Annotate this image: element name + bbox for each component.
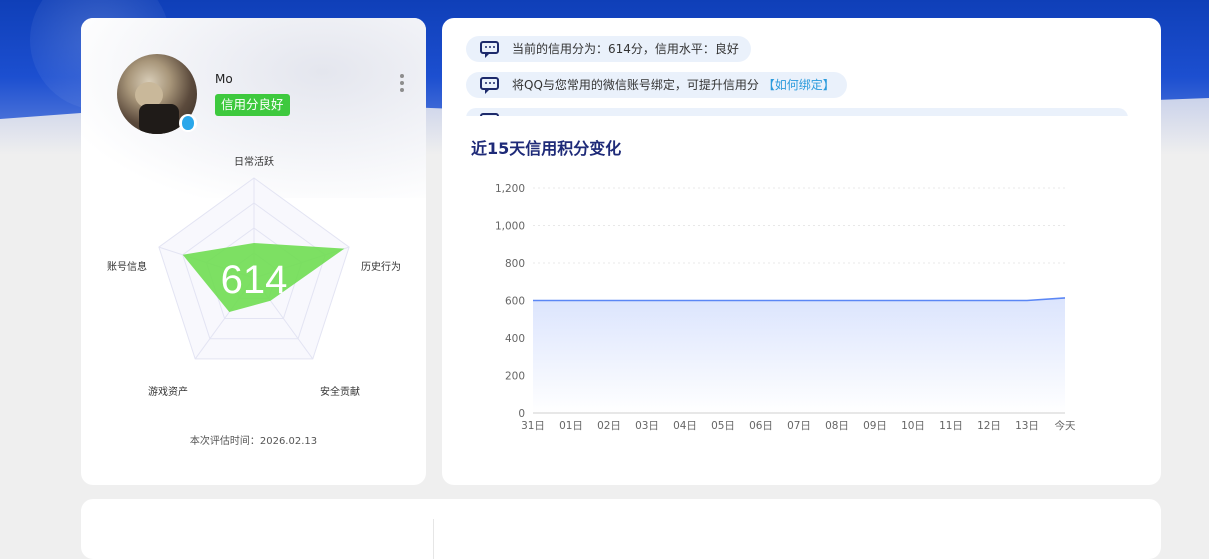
x-tick-label: 08日 bbox=[825, 420, 849, 432]
credit-score: 614 bbox=[221, 258, 288, 302]
credit-radar-chart: 614 日常活跃 历史行为 安全贡献 游戏资产 账号信息 bbox=[81, 148, 426, 418]
qq-icon bbox=[179, 114, 197, 132]
x-tick-label: 31日 bbox=[521, 420, 545, 432]
profile-card: Mo 信用分良好 614 日常活跃 历史行为 安全贡献 游戏资产 账号信息 本次… bbox=[81, 18, 426, 485]
x-tick-label: 01日 bbox=[559, 420, 583, 432]
x-tick-label: 04日 bbox=[673, 420, 697, 432]
credit-trend-card: 当前的信用分为：614分，信用水平：良好 将QQ与您常用的微信账号绑定，可提升信… bbox=[442, 18, 1161, 485]
x-tick-label: 11日 bbox=[939, 420, 963, 432]
x-tick-label: 05日 bbox=[711, 420, 735, 432]
radar-axis-label: 安全贡献 bbox=[320, 385, 360, 398]
x-tick-label: 06日 bbox=[749, 420, 773, 432]
radar-axis-label: 日常活跃 bbox=[234, 155, 274, 168]
y-tick-label: 800 bbox=[505, 258, 525, 270]
y-tick-label: 1,000 bbox=[495, 221, 525, 233]
radar-axis-label: 账号信息 bbox=[107, 260, 147, 273]
y-tick-label: 1,200 bbox=[495, 183, 525, 195]
y-tick-label: 600 bbox=[505, 296, 525, 308]
username: Mo bbox=[215, 72, 233, 86]
y-tick-label: 200 bbox=[505, 371, 525, 383]
x-tick-label: 12日 bbox=[977, 420, 1001, 432]
credit-trend-chart: 0 200 400 600 800 1,000 1,200 31日 01日 02日 03日 04日 05… bbox=[442, 18, 1161, 485]
divider bbox=[433, 519, 434, 559]
x-tick-label: 02日 bbox=[597, 420, 621, 432]
bottom-panel bbox=[81, 499, 1161, 559]
x-tick-label: 03日 bbox=[635, 420, 659, 432]
x-tick-label: 10日 bbox=[901, 420, 925, 432]
radar-axis-label: 历史行为 bbox=[361, 260, 401, 273]
trend-line bbox=[533, 298, 1065, 301]
x-tick-label: 今天 bbox=[1055, 419, 1077, 432]
x-tick-label: 09日 bbox=[863, 420, 887, 432]
evaluation-time: 本次评估时间：2026.02.13 bbox=[81, 432, 426, 447]
y-tick-label: 0 bbox=[518, 408, 525, 420]
credit-status-badge: 信用分良好 bbox=[215, 94, 290, 116]
x-tick-label: 07日 bbox=[787, 420, 811, 432]
radar-axis-label: 游戏资产 bbox=[148, 385, 188, 398]
trend-area bbox=[533, 298, 1065, 413]
more-options-icon[interactable] bbox=[397, 74, 407, 94]
x-tick-label: 13日 bbox=[1015, 420, 1039, 432]
y-tick-label: 400 bbox=[505, 333, 525, 345]
